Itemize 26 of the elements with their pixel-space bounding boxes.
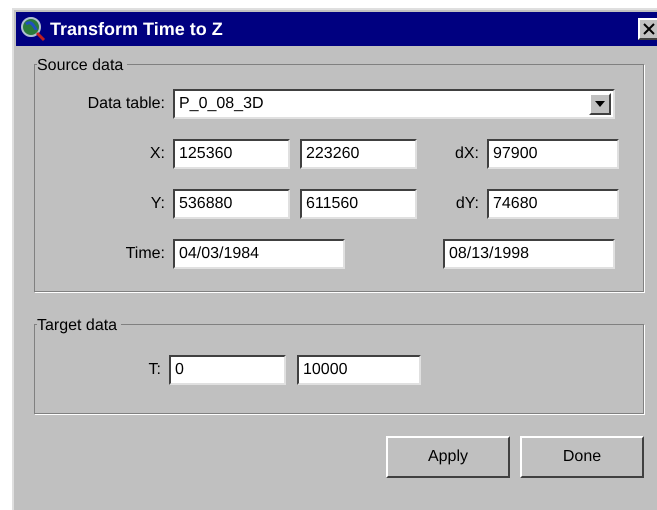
- table-dropdown[interactable]: P_0_08_3D: [173, 89, 615, 119]
- input-field[interactable]: 611560: [300, 189, 417, 219]
- input-field[interactable]: 08/13/1998: [443, 239, 615, 269]
- input-field[interactable]: 0: [169, 355, 286, 385]
- input-field[interactable]: 97900: [487, 139, 619, 169]
- field-label: dX:: [454, 144, 480, 164]
- dropdown-button[interactable]: [589, 93, 611, 115]
- input-field[interactable]: 04/03/1984: [173, 239, 345, 269]
- close-button[interactable]: [638, 18, 657, 40]
- field-label: dY:: [454, 194, 480, 214]
- input-field[interactable]: 125360: [173, 139, 290, 169]
- close-icon: [643, 23, 655, 35]
- field-label: Time:: [124, 244, 166, 264]
- input-field[interactable]: 10000: [297, 355, 421, 385]
- input-field[interactable]: 536880: [173, 189, 290, 219]
- caret-icon: [595, 101, 605, 107]
- dialog-button[interactable]: Apply: [386, 436, 510, 478]
- input-field[interactable]: 74680: [487, 189, 619, 219]
- field-label: Y:: [150, 194, 166, 214]
- window-title: Transform Time to Z: [50, 18, 224, 40]
- field-label: Data table:: [86, 94, 166, 114]
- globe-magnifier-icon: [20, 16, 46, 42]
- input-field[interactable]: 223260: [300, 139, 417, 169]
- field-label: T:: [148, 360, 162, 380]
- dialog-button[interactable]: Done: [520, 436, 644, 478]
- field-label: X:: [148, 144, 166, 164]
